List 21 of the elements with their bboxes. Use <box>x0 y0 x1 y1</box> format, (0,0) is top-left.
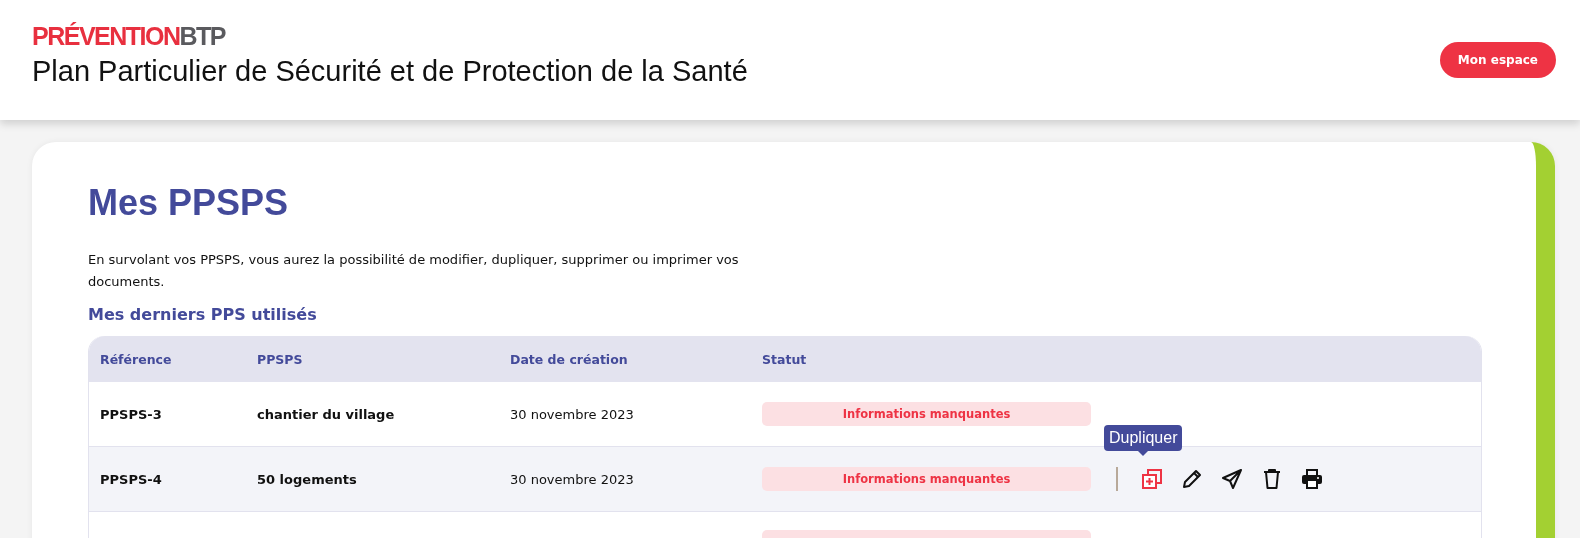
intro-text: En survolant vos PPSPS, vous aurez la possibilité de modifier, dupliquer, supprimer ou imprimer vos documents. <box>88 251 740 291</box>
table-cell-text: PPSPS-4 <box>100 471 163 487</box>
logo: PRÉVENTIONBTP <box>32 24 227 49</box>
table-cell-text: 30 novembre 2023 <box>510 471 635 487</box>
app-title: Plan Particulier de Sécurité et de Protection de la Santé <box>32 55 748 88</box>
paper-plane-icon[interactable] <box>1220 467 1244 491</box>
table-cell-text: 50 logements <box>257 471 358 487</box>
column-header: Date de création <box>510 351 629 367</box>
column-header: Référence <box>100 351 173 367</box>
status-badge: Informations manquantes <box>762 402 1091 426</box>
column-header: Statut <box>762 351 808 367</box>
page-title: Mes PPSPS <box>88 182 290 224</box>
section-title: Mes derniers PPS utilisés <box>88 305 318 324</box>
table-cell-text: chantier du village <box>257 406 396 422</box>
column-header: PPSPS <box>257 351 304 367</box>
pencil-icon[interactable] <box>1180 467 1204 491</box>
account-button[interactable]: Mon espace <box>1439 42 1556 78</box>
table-cell-text: PPSPS-3 <box>100 406 163 422</box>
status-badge: Informations manquantes <box>762 467 1091 491</box>
table-cell-text: 30 novembre 2023 <box>510 406 635 422</box>
printer-icon[interactable] <box>1300 467 1324 491</box>
